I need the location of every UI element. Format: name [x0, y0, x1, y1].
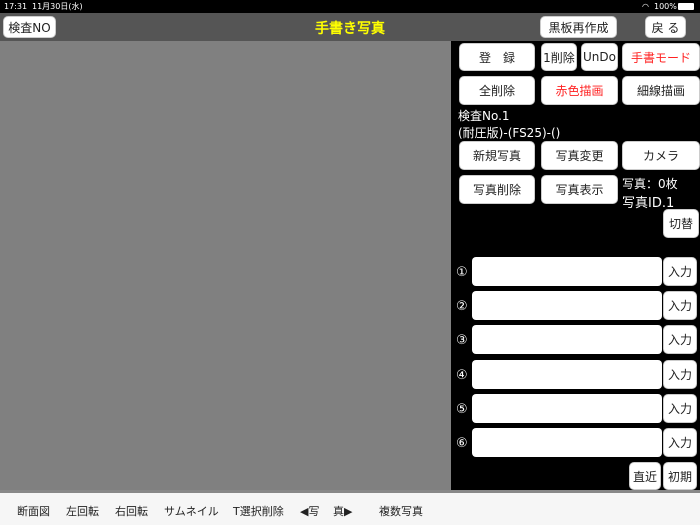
text-select-delete-button[interactable]: T選択削除 [233, 503, 284, 519]
register-button[interactable]: 登 録 [459, 43, 535, 71]
handwrite-mode-button[interactable]: 手書モード [622, 43, 700, 71]
initial-button[interactable]: 初期 [663, 462, 697, 490]
new-photo-button[interactable]: 新規写真 [459, 141, 535, 170]
rotate-left-button[interactable]: 左回転 [66, 503, 99, 519]
bottom-toolbar: 断面図 左回転 右回転 サムネイル T選択削除 ◀写 真▶ 複数写真 [0, 490, 700, 525]
input-button-2[interactable]: 入力 [663, 291, 697, 320]
input-button-4[interactable]: 入力 [663, 360, 697, 389]
undo-button[interactable]: UnDo [581, 43, 618, 71]
delete-one-button[interactable]: 1削除 [541, 43, 577, 71]
battery-level: 100% [654, 2, 677, 11]
input-button-3[interactable]: 入力 [663, 325, 697, 354]
nav-bar: 検査NO 手書き写真 黒板再作成 戻 る [0, 13, 700, 41]
camera-button[interactable]: カメラ [622, 141, 700, 170]
drawing-canvas[interactable] [0, 41, 451, 490]
show-photo-button[interactable]: 写真表示 [541, 175, 618, 204]
thumbnail-button[interactable]: サムネイル [164, 503, 219, 519]
input-button-6[interactable]: 入力 [663, 428, 697, 457]
input-button-1[interactable]: 入力 [663, 257, 697, 286]
wifi-icon: ◠ [642, 2, 649, 11]
status-time: 17:31 [4, 2, 28, 11]
text-field-3[interactable] [472, 325, 662, 354]
input-button-5[interactable]: 入力 [663, 394, 697, 423]
inspection-desc-label: (耐圧版)-(FS25)-() [458, 126, 561, 140]
text-field-2[interactable] [472, 291, 662, 320]
rotate-right-button[interactable]: 右回転 [115, 503, 148, 519]
next-photo-button[interactable]: 真▶ [333, 503, 352, 519]
battery-icon [678, 3, 694, 10]
text-field-6[interactable] [472, 428, 662, 457]
text-field-4[interactable] [472, 360, 662, 389]
status-bar: 17:31 11月30日(水) ◠ 100% [0, 0, 700, 13]
multiple-photos-button[interactable]: 複数写真 [379, 503, 423, 519]
delete-all-button[interactable]: 全削除 [459, 76, 535, 105]
back-button[interactable]: 戻 る [645, 16, 686, 38]
thin-line-button[interactable]: 細線描画 [622, 76, 700, 105]
text-field-1[interactable] [472, 257, 662, 286]
prev-photo-button[interactable]: ◀写 [300, 503, 319, 519]
photo-count-label: 写真：0枚 [622, 177, 678, 191]
switch-button[interactable]: 切替 [663, 209, 699, 238]
recent-button[interactable]: 直近 [629, 462, 661, 490]
recreate-blackboard-button[interactable]: 黒板再作成 [540, 16, 617, 38]
delete-photo-button[interactable]: 写真削除 [459, 175, 535, 204]
text-field-5[interactable] [472, 394, 662, 423]
cross-section-button[interactable]: 断面図 [17, 503, 50, 519]
change-photo-button[interactable]: 写真変更 [541, 141, 618, 170]
status-date: 11月30日(水) [32, 2, 83, 11]
inspection-no-label: 検査No.1 [458, 109, 510, 123]
red-draw-button[interactable]: 赤色描画 [541, 76, 618, 105]
